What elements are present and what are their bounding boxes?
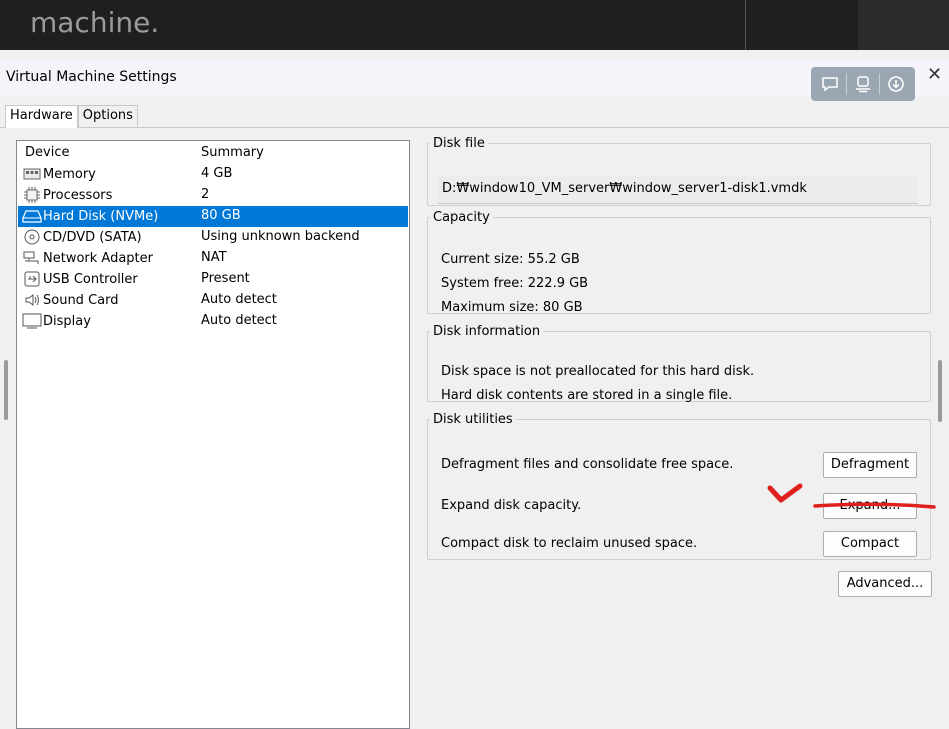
device-row-hard-disk[interactable]: Hard Disk (NVMe) 80 GB <box>18 206 408 227</box>
processor-icon <box>22 187 42 203</box>
current-size-text: Current size: 55.2 GB <box>441 252 580 267</box>
red-check-annotation <box>767 483 803 503</box>
device-summary: Present <box>201 271 250 286</box>
device-row-network-adapter[interactable]: Network Adapter NAT <box>18 248 408 269</box>
device-row-sound-card[interactable]: Sound Card Auto detect <box>18 290 408 311</box>
overlay-separator <box>846 73 848 95</box>
device-summary: Auto detect <box>201 313 277 328</box>
device-summary: 4 GB <box>201 166 233 181</box>
device-summary: Using unknown backend <box>201 229 360 244</box>
device-summary: Auto detect <box>201 292 277 307</box>
overlay-toolbar <box>811 67 915 101</box>
tab-options[interactable]: Options <box>77 105 138 127</box>
title-bar: Virtual Machine Settings <box>0 60 949 96</box>
cd-dvd-icon <box>22 229 42 245</box>
device-name: Memory <box>43 166 96 182</box>
advanced-button[interactable]: Advanced... <box>838 571 932 597</box>
tab-bar: Hardware Options <box>5 105 138 128</box>
device-name: CD/DVD (SATA) <box>43 229 142 245</box>
capacity-group: Capacity Current size: 55.2 GB System fr… <box>427 210 931 315</box>
maximum-size-text: Maximum size: 80 GB <box>441 300 583 315</box>
compact-button[interactable]: Compact <box>823 531 917 557</box>
device-summary: NAT <box>201 250 227 265</box>
device-summary: 80 GB <box>201 208 241 223</box>
disk-info-line-2: Hard disk contents are stored in a singl… <box>441 388 733 403</box>
expand-description: Expand disk capacity. <box>441 498 582 513</box>
banner-divider <box>745 0 746 50</box>
device-name: Sound Card <box>43 292 119 308</box>
device-list-header: Device Summary <box>17 145 409 163</box>
disk-utilities-group: Disk utilities Defragment files and cons… <box>427 412 931 560</box>
device-row-usb-controller[interactable]: USB Controller Present <box>18 269 408 290</box>
monitor-icon[interactable] <box>852 73 874 95</box>
window-title: Virtual Machine Settings <box>6 69 177 85</box>
summary-column-header[interactable]: Summary <box>201 145 264 160</box>
capacity-legend: Capacity <box>433 210 490 225</box>
device-name: Processors <box>43 187 113 203</box>
red-underline-annotation <box>813 502 936 509</box>
device-row-processors[interactable]: Processors 2 <box>18 185 408 206</box>
right-scrollbar[interactable] <box>938 360 942 422</box>
device-summary: 2 <box>201 187 210 202</box>
left-scrollbar[interactable] <box>4 360 8 420</box>
device-row-cd-dvd[interactable]: CD/DVD (SATA) Using unknown backend <box>18 227 408 248</box>
banner-caption: machine. <box>30 6 160 39</box>
tab-divider <box>0 127 949 128</box>
usb-controller-icon <box>22 271 42 287</box>
disk-utilities-legend: Disk utilities <box>433 412 513 427</box>
disk-file-path-field[interactable]: D:₩window10_VM_server₩window_server1-dis… <box>438 176 918 204</box>
device-list: Device Summary Memory 4 GB Processors 2 … <box>16 140 410 729</box>
sound-card-icon <box>22 292 42 308</box>
disk-file-legend: Disk file <box>433 136 485 151</box>
device-column-header[interactable]: Device <box>25 145 69 160</box>
overlay-separator <box>878 73 880 95</box>
background-banner: machine. <box>0 0 949 50</box>
defragment-button[interactable]: Defragment <box>823 452 917 478</box>
device-name: Hard Disk (NVMe) <box>43 208 159 224</box>
compact-description: Compact disk to reclaim unused space. <box>441 536 698 551</box>
system-free-text: System free: 222.9 GB <box>441 276 589 291</box>
comment-icon[interactable] <box>819 73 841 95</box>
disk-information-legend: Disk information <box>433 324 541 339</box>
hard-disk-icon <box>22 208 42 224</box>
memory-icon <box>22 166 42 182</box>
close-icon[interactable]: ✕ <box>927 64 942 85</box>
disk-info-line-1: Disk space is not preallocated for this … <box>441 364 755 379</box>
device-row-memory[interactable]: Memory 4 GB <box>18 164 408 185</box>
device-name: USB Controller <box>43 271 138 287</box>
disk-file-group: Disk file D:₩window10_VM_server₩window_s… <box>427 136 931 206</box>
device-name: Network Adapter <box>43 250 153 266</box>
disk-information-group: Disk information Disk space is not preal… <box>427 324 931 403</box>
defragment-description: Defragment files and consolidate free sp… <box>441 457 734 472</box>
display-icon <box>22 313 42 329</box>
network-adapter-icon <box>22 250 42 266</box>
tab-hardware[interactable]: Hardware <box>5 105 78 128</box>
device-name: Display <box>43 313 91 329</box>
download-icon[interactable] <box>885 73 907 95</box>
banner-right-block <box>858 0 949 50</box>
device-row-display[interactable]: Display Auto detect <box>18 311 408 332</box>
